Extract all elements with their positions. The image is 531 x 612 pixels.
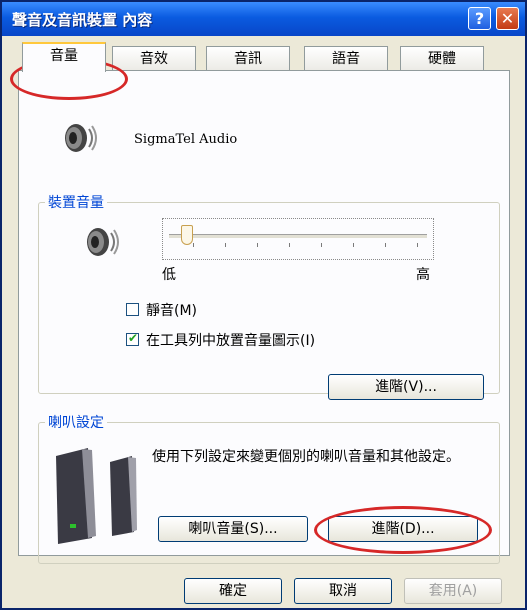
tab-volume[interactable]: 音量: [22, 42, 106, 72]
question-mark-icon: ?: [474, 9, 485, 28]
tab-audio[interactable]: 音訊: [206, 46, 290, 70]
volume-slider[interactable]: [162, 218, 434, 260]
slider-tick: [353, 243, 354, 247]
tab-voice[interactable]: 語音: [304, 46, 388, 70]
apply-button[interactable]: 套用(A): [404, 578, 502, 604]
speaker-description: 使用下列設定來變更個別的喇叭音量和其他設定。: [152, 449, 460, 465]
device-advanced-button[interactable]: 進階(V)...: [328, 374, 484, 400]
tab-hardware[interactable]: 硬體: [400, 46, 484, 70]
slider-tick: [193, 243, 194, 247]
title-bar[interactable]: 聲音及音訊裝置 內容 ? ✕: [2, 2, 525, 36]
ok-button[interactable]: 確定: [184, 578, 282, 604]
show-icon-checkbox[interactable]: ✔: [126, 331, 139, 346]
dialog-window: 聲音及音訊裝置 內容 ? ✕ 音量 音效 音訊 語音 硬體 SigmaTel A…: [0, 0, 527, 610]
slider-tick: [321, 243, 322, 247]
close-button[interactable]: ✕: [496, 7, 519, 30]
volume-low-label: 低: [162, 267, 176, 283]
tab-sounds[interactable]: 音效: [112, 46, 196, 70]
speaker-advanced-button[interactable]: 進階(D)...: [328, 516, 478, 542]
slider-thumb[interactable]: [181, 225, 194, 245]
speaker-icon: [65, 124, 97, 152]
mute-label: 靜音(M): [146, 303, 198, 319]
help-button[interactable]: ?: [468, 7, 491, 30]
slider-tick: [225, 243, 226, 247]
slider-tick: [257, 243, 258, 247]
slider-tick: [417, 243, 418, 247]
show-icon-label: 在工具列中放置音量圖示(I): [146, 333, 316, 349]
slider-track-line: [169, 234, 427, 238]
device-volume-legend: 裝置音量: [48, 195, 104, 211]
window-title: 聲音及音訊裝置 內容: [12, 11, 153, 29]
slider-tick: [385, 243, 386, 247]
device-name: SigmaTel Audio: [134, 132, 238, 147]
speaker-icon: [87, 228, 119, 256]
slider-tick: [289, 243, 290, 247]
volume-high-label: 高: [416, 267, 430, 283]
checkmark-icon: ✔: [128, 331, 139, 345]
mute-checkbox[interactable]: [126, 303, 139, 316]
speaker-volume-button[interactable]: 喇叭音量(S)...: [158, 516, 308, 542]
speaker-settings-legend: 喇叭設定: [48, 415, 104, 431]
cancel-button[interactable]: 取消: [294, 578, 392, 604]
close-icon: ✕: [500, 9, 515, 28]
speakers-icon: [56, 448, 137, 544]
